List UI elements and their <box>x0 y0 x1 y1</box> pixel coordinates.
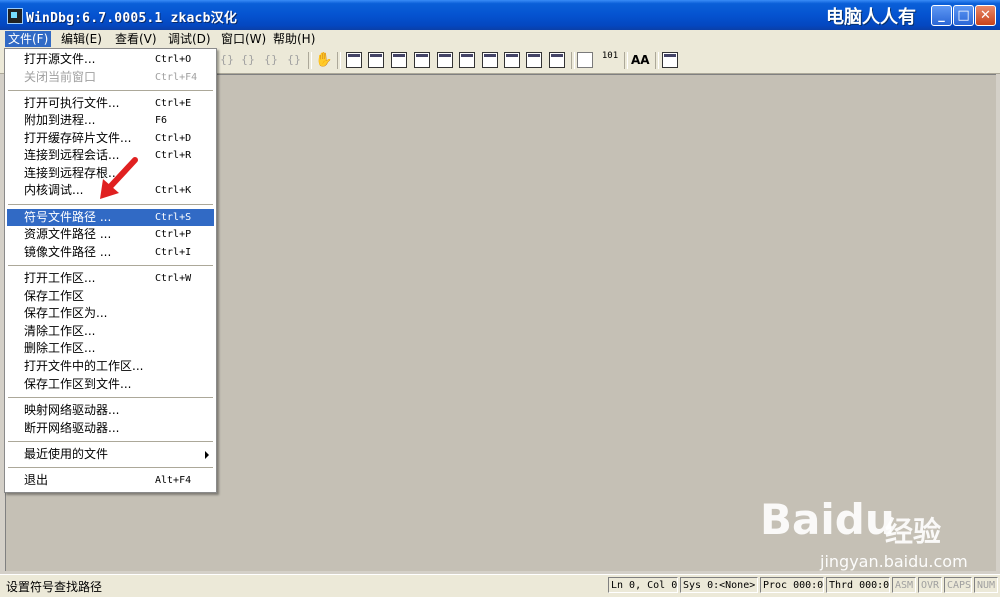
call-stack-window-icon[interactable] <box>459 52 475 68</box>
status-bar: 设置符号查找路径 Ln 0, Col 0 Sys 0:<None> Proc 0… <box>0 574 1000 597</box>
status-text: 设置符号查找路径 <box>6 580 103 594</box>
toolbar-separator <box>655 52 659 69</box>
menu-window[interactable]: 窗口(W) <box>218 31 269 47</box>
menu-item-delete-workspace[interactable]: 删除工作区... <box>7 340 214 357</box>
menu-item-save-workspace[interactable]: 保存工作区 <box>7 288 214 305</box>
toolbar-separator <box>624 52 628 69</box>
menu-item-open-executable[interactable]: 打开可执行文件... Ctrl+E <box>7 95 214 112</box>
source-mode-toggle-icon[interactable] <box>577 52 593 68</box>
status-ovr: OVR <box>918 577 942 593</box>
status-caps: CAPS <box>944 577 972 593</box>
locals-window-icon[interactable] <box>391 52 407 68</box>
disassembly-window-icon[interactable] <box>482 52 498 68</box>
menu-separator <box>8 441 213 442</box>
menu-item-map-network-drive[interactable]: 映射网络驱动器... <box>7 402 214 419</box>
menu-item-symbol-file-path[interactable]: 符号文件路径 ... Ctrl+S <box>7 209 214 226</box>
step-over-icon[interactable]: {} <box>240 52 256 68</box>
step-into-icon[interactable]: {} <box>219 52 235 68</box>
red-arrow-annotation <box>100 157 138 199</box>
menu-item-save-workspace-to-file[interactable]: 保存工作区到文件... <box>7 376 214 393</box>
brand-watermark-text: 电脑人人有 <box>826 7 916 28</box>
menu-separator <box>8 397 213 398</box>
minimize-button[interactable]: _ <box>931 5 952 26</box>
menu-item-open-workspace[interactable]: 打开工作区... Ctrl+W <box>7 270 214 287</box>
maximize-button[interactable]: □ <box>953 5 974 26</box>
toolbar-separator <box>571 52 575 69</box>
menu-separator <box>8 467 213 468</box>
status-line-col: Ln 0, Col 0 <box>608 577 678 593</box>
menu-item-open-crash-dump[interactable]: 打开缓存碎片文件... Ctrl+D <box>7 130 214 147</box>
watch-window-icon[interactable] <box>368 52 384 68</box>
menu-bar: 文件(F) 编辑(E) 查看(V) 调试(D) 窗口(W) 帮助(H) <box>0 30 1000 48</box>
menu-separator <box>8 90 213 91</box>
hex-values-icon[interactable]: 101 <box>600 52 620 68</box>
baidu-watermark-cn: 经验 <box>885 515 942 548</box>
menu-view[interactable]: 查看(V) <box>112 31 160 47</box>
toolbar-separator <box>337 52 341 69</box>
menu-debug[interactable]: 调试(D) <box>165 31 214 47</box>
menu-item-attach-process[interactable]: 附加到进程... F6 <box>7 112 214 129</box>
status-thread: Thrd 000:0 <box>826 577 890 593</box>
scratch-pad-icon[interactable] <box>504 52 520 68</box>
font-icon[interactable]: AA <box>631 52 651 68</box>
menu-file[interactable]: 文件(F) <box>5 31 52 47</box>
command-window-icon[interactable] <box>346 52 362 68</box>
menu-item-open-source[interactable]: 打开源文件... Ctrl+O <box>7 51 214 68</box>
hand-icon[interactable]: ✋ <box>315 52 332 68</box>
menu-separator <box>8 265 213 266</box>
menu-item-exit[interactable]: 退出 Alt+F4 <box>7 472 214 489</box>
processes-threads-icon[interactable] <box>526 52 542 68</box>
status-num: NUM <box>974 577 998 593</box>
menu-item-source-file-path[interactable]: 资源文件路径 ... Ctrl+P <box>7 226 214 243</box>
menu-item-open-workspace-in-file[interactable]: 打开文件中的工作区... <box>7 358 214 375</box>
step-out-icon[interactable]: {} <box>263 52 279 68</box>
menu-item-clear-workspace[interactable]: 清除工作区... <box>7 323 214 340</box>
menu-item-image-file-path[interactable]: 镜像文件路径 ... Ctrl+I <box>7 244 214 261</box>
status-asm: ASM <box>892 577 916 593</box>
baidu-watermark-url: jingyan.baidu.com <box>820 552 968 571</box>
windbg-app-icon[interactable] <box>7 8 23 24</box>
status-system: Sys 0:<None> <box>680 577 758 593</box>
menu-edit[interactable]: 编辑(E) <box>58 31 105 47</box>
menu-item-save-workspace-as[interactable]: 保存工作区为... <box>7 305 214 322</box>
memory-window-icon[interactable] <box>437 52 453 68</box>
file-menu-dropdown: 打开源文件... Ctrl+O 关闭当前窗口 Ctrl+F4 打开可执行文件... C… <box>4 48 217 493</box>
status-process: Proc 000:0 <box>760 577 824 593</box>
window-title: WinDbg:6.7.0005.1 zkacb汉化 <box>26 11 238 26</box>
close-button[interactable]: ✕ <box>975 5 996 26</box>
title-bar[interactable]: WinDbg:6.7.0005.1 zkacb汉化 电脑人人有 _ □ ✕ <box>0 0 1000 30</box>
run-to-cursor-icon[interactable]: {} <box>286 52 302 68</box>
menu-item-close-window: 关闭当前窗口 Ctrl+F4 <box>24 70 198 84</box>
menu-item-recent-files[interactable]: 最近使用的文件 <box>7 446 214 463</box>
registers-window-icon[interactable] <box>414 52 430 68</box>
menu-item-disconnect-network-drive[interactable]: 断开网络驱动器... <box>7 420 214 437</box>
baidu-watermark-logo: Baidu <box>760 495 895 544</box>
options-icon[interactable] <box>662 52 678 68</box>
toolbar-separator <box>308 52 312 69</box>
source-mode-icon[interactable] <box>549 52 565 68</box>
menu-help[interactable]: 帮助(H) <box>270 31 318 47</box>
submenu-arrow-icon <box>205 451 209 459</box>
